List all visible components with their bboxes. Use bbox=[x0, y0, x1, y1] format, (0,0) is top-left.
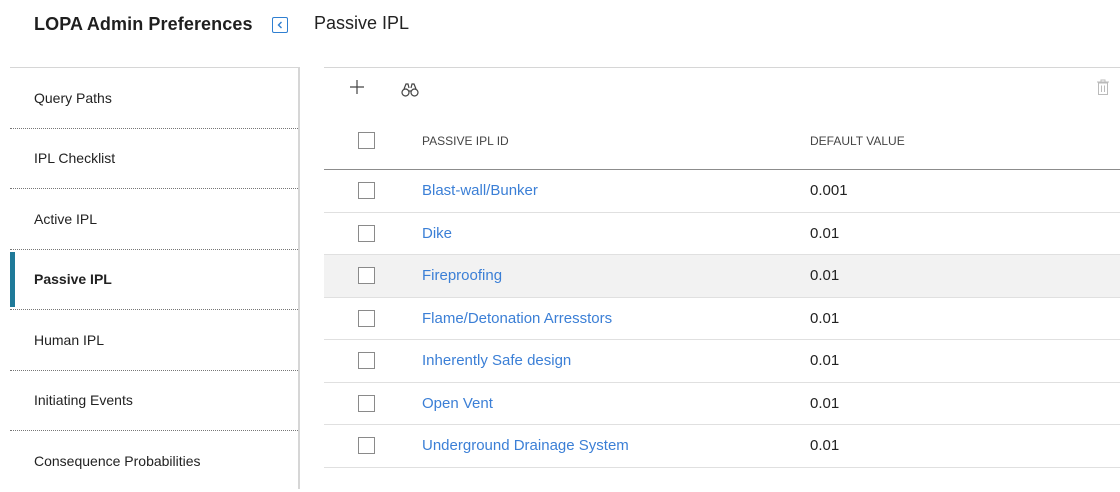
grid-toolbar bbox=[324, 68, 1120, 110]
trash-icon[interactable] bbox=[1096, 78, 1110, 96]
sidebar-item-label: Active IPL bbox=[34, 210, 98, 227]
table-row: Open Vent 0.01 bbox=[324, 383, 1120, 425]
default-value-cell: 0.01 bbox=[810, 352, 840, 370]
sidebar-item-query-paths[interactable]: Query Paths bbox=[10, 68, 298, 129]
sidebar-item-label: Human IPL bbox=[34, 331, 105, 348]
passive-ipl-grid: PASSIVE IPL ID DEFAULT VALUE Blast-wall/… bbox=[324, 112, 1120, 468]
passive-ipl-link[interactable]: Dike bbox=[422, 225, 452, 242]
collapse-sidebar-button[interactable] bbox=[272, 17, 288, 33]
column-header-passive-ipl-id[interactable]: PASSIVE IPL ID bbox=[422, 134, 810, 148]
passive-ipl-link[interactable]: Underground Drainage System bbox=[422, 437, 629, 454]
grid-header: PASSIVE IPL ID DEFAULT VALUE bbox=[324, 112, 1120, 170]
row-checkbox[interactable] bbox=[358, 309, 375, 327]
chevron-left-icon bbox=[277, 21, 282, 29]
row-checkbox[interactable] bbox=[358, 182, 375, 200]
table-row: Blast-wall/Bunker 0.001 bbox=[324, 170, 1120, 213]
default-value-cell: 0.01 bbox=[810, 224, 840, 242]
select-all-checkbox[interactable] bbox=[358, 132, 375, 149]
passive-ipl-link[interactable]: Flame/Detonation Arresstors bbox=[422, 310, 612, 327]
row-checkbox[interactable] bbox=[358, 352, 375, 370]
table-row: Fireproofing 0.01 bbox=[324, 255, 1120, 298]
passive-ipl-link[interactable]: Open Vent bbox=[422, 395, 493, 412]
table-row: Underground Drainage System 0.01 bbox=[324, 425, 1120, 468]
sidebar-item-active-ipl[interactable]: Active IPL bbox=[10, 189, 298, 250]
main-panel: PASSIVE IPL ID DEFAULT VALUE Blast-wall/… bbox=[324, 67, 1120, 489]
row-checkbox[interactable] bbox=[358, 437, 375, 455]
page-header: LOPA Admin Preferences Passive IPL bbox=[0, 0, 1120, 52]
sidebar-item-ipl-checklist[interactable]: IPL Checklist bbox=[10, 129, 298, 189]
default-value-cell: 0.01 bbox=[810, 394, 840, 412]
plus-icon[interactable] bbox=[348, 78, 366, 96]
row-checkbox[interactable] bbox=[358, 267, 375, 285]
table-row: Dike 0.01 bbox=[324, 213, 1120, 255]
sidebar-item-label: Initiating Events bbox=[34, 392, 133, 409]
table-row: Flame/Detonation Arresstors 0.01 bbox=[324, 298, 1120, 340]
sidebar-item-label: Query Paths bbox=[34, 89, 112, 106]
passive-ipl-link[interactable]: Blast-wall/Bunker bbox=[422, 182, 538, 199]
default-value-cell: 0.01 bbox=[810, 267, 840, 285]
sidebar-item-human-ipl[interactable]: Human IPL bbox=[10, 310, 298, 371]
sidebar-item-label: Passive IPL bbox=[34, 271, 112, 288]
default-value-cell: 0.001 bbox=[810, 182, 848, 200]
app-title: LOPA Admin Preferences bbox=[34, 14, 253, 34]
passive-ipl-link[interactable]: Inherently Safe design bbox=[422, 352, 571, 369]
sidebar-item-label: IPL Checklist bbox=[34, 150, 116, 167]
sidebar-item-initiating-events[interactable]: Initiating Events bbox=[10, 371, 298, 431]
sidebar-item-consequence-probabilities[interactable]: Consequence Probabilities bbox=[10, 431, 298, 492]
sidebar-nav: Query Paths IPL Checklist Active IPL Pas… bbox=[10, 67, 300, 489]
page-title: Passive IPL bbox=[314, 13, 410, 33]
binoculars-icon[interactable] bbox=[401, 82, 419, 98]
default-value-cell: 0.01 bbox=[810, 309, 840, 327]
sidebar-item-passive-ipl[interactable]: Passive IPL bbox=[10, 250, 298, 310]
default-value-cell: 0.01 bbox=[810, 437, 840, 455]
row-checkbox[interactable] bbox=[358, 394, 375, 412]
table-row: Inherently Safe design 0.01 bbox=[324, 340, 1120, 383]
column-header-default-value[interactable]: DEFAULT VALUE bbox=[810, 134, 1120, 148]
row-checkbox[interactable] bbox=[358, 224, 375, 242]
sidebar-item-label: Consequence Probabilities bbox=[34, 453, 201, 470]
passive-ipl-link[interactable]: Fireproofing bbox=[422, 267, 502, 284]
